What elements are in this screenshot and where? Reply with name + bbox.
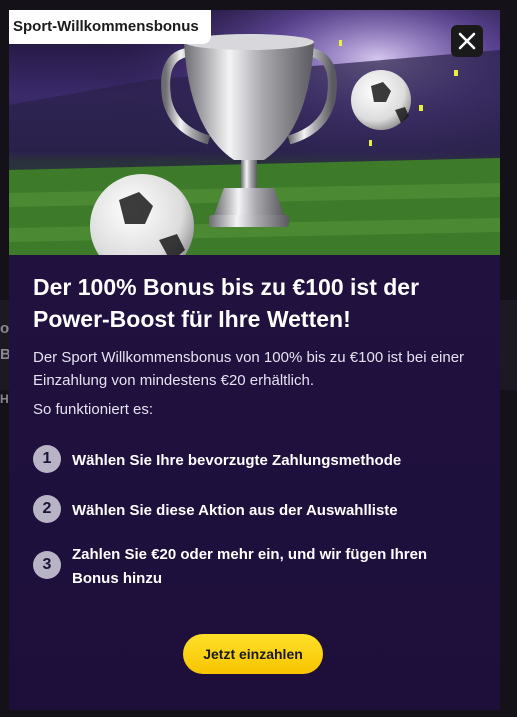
bonus-badge: Sport-Willkommensbonus [9, 10, 211, 44]
modal-title: Der 100% Bonus bis zu €100 ist der Power… [33, 274, 420, 332]
step-number-badge: 3 [33, 551, 61, 579]
bonus-modal: Sport-Willkommensbonus Der 100% Bonus bi… [9, 10, 500, 710]
trophy-illustration [9, 10, 500, 255]
step-text: Wählen Sie Ihre bevorzugte Zahlungsmetho… [72, 452, 402, 469]
how-it-works-label: So funktioniert es: [33, 401, 154, 418]
modal-content: Der 100% Bonus bis zu €100 ist der Power… [9, 255, 500, 710]
background-text: H [0, 392, 9, 406]
step-text: Zahlen Sie €20 oder mehr ein, und wir fü… [72, 546, 428, 587]
step-text: Wählen Sie diese Aktion aus der Auswahll… [72, 502, 398, 519]
background-text: o [0, 320, 10, 337]
step-number-badge: 1 [33, 445, 61, 473]
close-button[interactable] [451, 25, 483, 57]
modal-description: Der Sport Willkommensbonus von 100% bis … [33, 349, 465, 389]
step-number-badge: 2 [33, 495, 61, 523]
deposit-button[interactable]: Jetzt einzahlen [183, 634, 323, 674]
hero-image: Sport-Willkommensbonus [9, 10, 500, 255]
close-icon [458, 32, 476, 50]
